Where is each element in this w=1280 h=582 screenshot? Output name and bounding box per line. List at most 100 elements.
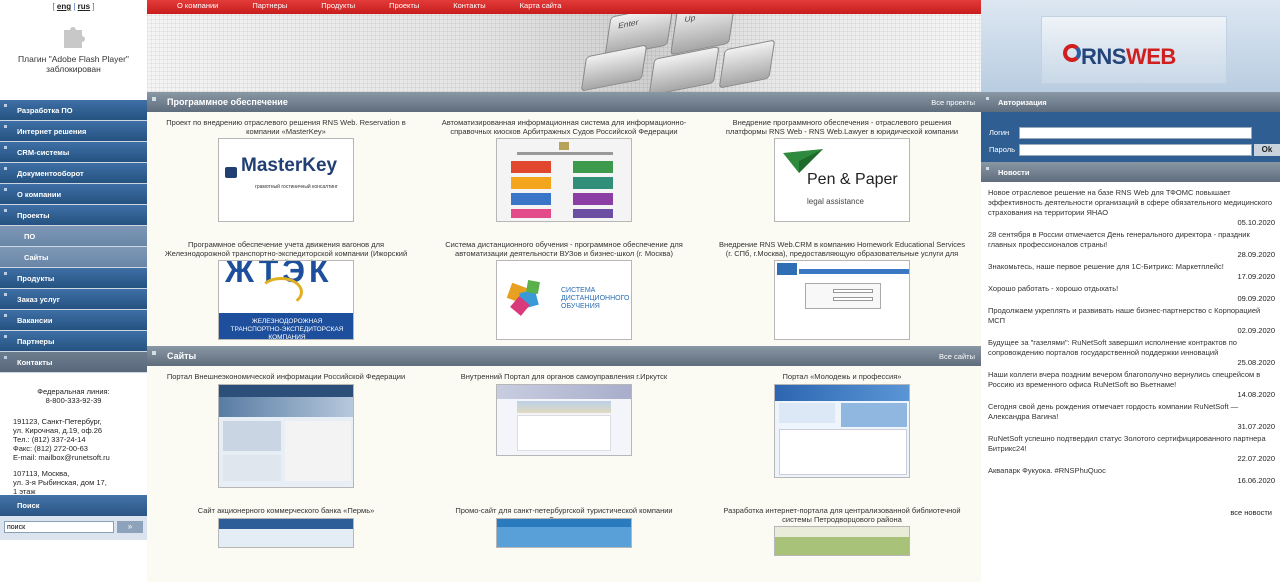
top-nav-item[interactable]: Карта сайта [520, 0, 562, 14]
lang-rus-link[interactable]: rus [78, 2, 90, 11]
sidebar-item[interactable]: Контакты [0, 352, 147, 373]
flash-message-line1: Плагин "Adobe Flash Player" [18, 54, 129, 64]
site-caption[interactable]: Сайт акционерного коммерческого банка «П… [147, 506, 425, 518]
project-card[interactable]: Система дистанционного обучения - програ… [425, 234, 703, 346]
news-item: Знакомьтесь, наше первое решение для 1С-… [988, 262, 1275, 282]
news-item-link[interactable]: Хорошо работать - хорошо отдыхать! [988, 284, 1275, 294]
sidebar-item[interactable]: ПО [0, 226, 147, 247]
contacts-block: Федеральная линия: 8-800-333-92-39 19112… [0, 373, 147, 496]
project-card[interactable]: Программное обеспечение учета движения в… [147, 234, 425, 346]
site-screenshot-thumbnail[interactable] [774, 526, 910, 556]
site-caption[interactable]: Портал Внешнеэкономической информации Ро… [147, 372, 425, 384]
project-card[interactable]: Проект по внедрению отраслевого решения … [147, 112, 425, 234]
password-input[interactable] [1019, 143, 1252, 156]
login-submit-button[interactable]: Ok [1254, 143, 1280, 156]
auth-heading: Авторизация [981, 92, 1280, 112]
site-card[interactable]: Промо-сайт для санкт-петербургской турис… [425, 500, 703, 560]
site-screenshot-thumbnail[interactable] [218, 384, 354, 488]
site-screenshot-thumbnail[interactable] [774, 384, 910, 478]
project-caption[interactable]: Внедрение программного обеспечения - отр… [703, 118, 981, 138]
puzzle-icon [63, 27, 85, 48]
kiosk-screenshot-thumbnail[interactable] [496, 138, 632, 222]
site-card[interactable]: Разработка интернет-портала для централи… [703, 500, 981, 560]
project-caption[interactable]: Система дистанционного обучения - програ… [425, 240, 703, 260]
news-item-date: 02.09.2020 [1237, 326, 1275, 335]
auth-form: Логин Пароль Ok [981, 112, 1280, 162]
right-column: RNSWEB Авторизация Логин Пароль Ok Новос… [981, 0, 1280, 582]
project-card[interactable]: Внедрение программного обеспечения - отр… [703, 112, 981, 234]
project-caption[interactable]: Программное обеспечение учета движения в… [147, 240, 425, 260]
sidebar-item[interactable]: Проекты [0, 205, 147, 226]
site-caption[interactable]: Промо-сайт для санкт-петербургской турис… [425, 506, 703, 518]
sidebar-item[interactable]: Продукты [0, 268, 147, 289]
news-item-link[interactable]: Наши коллеги вчера поздним вечером благо… [988, 370, 1275, 390]
sidebar-item[interactable]: Документооборот [0, 163, 147, 184]
top-navigation: О компании Партнеры Продукты Проекты Контакт… [147, 0, 981, 14]
news-item-link[interactable]: RuNetSoft успешно подтвердил статус Золо… [988, 434, 1275, 454]
news-item-link[interactable]: Новое отраслевое решение на базе RNS Web… [988, 188, 1275, 218]
news-item: Аквапарк Фукуока. #RNSPhuQuoc 16.06.2020 [988, 466, 1275, 486]
search-heading: Поиск [0, 495, 147, 516]
top-nav-item[interactable]: Продукты [321, 0, 355, 14]
news-item-link[interactable]: 28 сентября в России отмечается День ген… [988, 230, 1275, 250]
search-form: » [0, 516, 147, 540]
hotline-number: 8-800-333-92-39 [45, 396, 102, 405]
project-caption[interactable]: Автоматизированная информационная систем… [425, 118, 703, 138]
site-caption[interactable]: Портал «Молодежь и профессия» [703, 372, 981, 384]
sidebar-item[interactable]: Партнеры [0, 331, 147, 352]
rnsweb-logo-panel[interactable]: RNSWEB [981, 0, 1280, 92]
sidebar-item[interactable]: Вакансии [0, 310, 147, 331]
search-input[interactable] [4, 521, 114, 533]
news-item: Продолжаем укреплять и развивать наше би… [988, 306, 1275, 336]
crm-screenshot-thumbnail[interactable] [774, 260, 910, 340]
site-card[interactable]: Портал «Молодежь и профессия» [703, 366, 981, 500]
top-nav-item[interactable]: О компании [177, 0, 218, 14]
news-item-link[interactable]: Аквапарк Фукуока. #RNSPhuQuoc [988, 466, 1275, 476]
header-banner: Enter Up [147, 14, 981, 92]
site-screenshot-thumbnail[interactable] [496, 384, 632, 456]
sidebar-item[interactable]: Заказ услуг [0, 289, 147, 310]
project-caption[interactable]: Внедрение RNS Web.CRM в компанию Homewor… [703, 240, 981, 260]
project-card[interactable]: Внедрение RNS Web.CRM в компанию Homewor… [703, 234, 981, 346]
news-item-link[interactable]: Знакомьтесь, наше первое решение для 1С-… [988, 262, 1275, 272]
news-item-link[interactable]: Сегодня свой день рождения отмечает горд… [988, 402, 1275, 422]
sidebar-item[interactable]: Интернет решения [0, 121, 147, 142]
search-submit-button[interactable]: » [117, 521, 143, 533]
spb-address-line1: 191123, Санкт-Петербург, [13, 417, 102, 426]
lang-eng-link[interactable]: eng [57, 2, 71, 11]
penpaper-logo-thumbnail[interactable]: Pen & Paper legal assistance [774, 138, 910, 222]
sidebar-menu: Разработка ПО Интернет решения CRM-системы… [0, 100, 147, 373]
project-caption[interactable]: Проект по внедрению отраслевого решения … [147, 118, 425, 138]
news-list: Новое отраслевое решение на базе RNS Web… [981, 182, 1280, 486]
news-item-link[interactable]: Продолжаем укреплять и развивать наше би… [988, 306, 1275, 326]
top-nav-item[interactable]: Проекты [389, 0, 419, 14]
project-card[interactable]: Автоматизированная информационная систем… [425, 112, 703, 234]
email-link[interactable]: E-mail: mailbox@runetsoft.ru [13, 453, 110, 462]
keyboard-key-image [648, 45, 720, 92]
site-caption[interactable]: Внутренний Портал для органов самоуправл… [425, 372, 703, 384]
sidebar-item[interactable]: О компании [0, 184, 147, 205]
masterkey-logo-thumbnail[interactable]: MasterKey грамотный гостиничный консалти… [218, 138, 354, 222]
all-sites-link[interactable]: Все сайты [939, 352, 975, 361]
news-item: Будущее за "газелями": RuNetSoft заверши… [988, 338, 1275, 368]
news-item-link[interactable]: Будущее за "газелями": RuNetSoft заверши… [988, 338, 1275, 358]
site-screenshot-thumbnail[interactable] [496, 518, 632, 548]
zhtek-logo-thumbnail[interactable]: ЖТЭК ЖЕЛЕЗНОДОРОЖНАЯ ТРАНСПОРТНО-ЭКСПЕДИ… [218, 260, 354, 340]
all-news-link[interactable]: все новости [981, 508, 1280, 517]
site-card[interactable]: Портал Внешнеэкономической информации Ро… [147, 366, 425, 500]
rnsweb-logo-text: RNSWEB [1081, 44, 1176, 69]
login-input[interactable] [1019, 126, 1252, 139]
sidebar-item[interactable]: Разработка ПО [0, 100, 147, 121]
top-nav-item[interactable]: Партнеры [252, 0, 287, 14]
sidebar-item[interactable]: CRM-системы [0, 142, 147, 163]
site-card[interactable]: Сайт акционерного коммерческого банка «П… [147, 500, 425, 560]
login-label: Логин [989, 128, 1010, 137]
sidebar-item[interactable]: Сайты [0, 247, 147, 268]
site-caption[interactable]: Разработка интернет-портала для централи… [703, 506, 981, 526]
news-item-date: 22.07.2020 [1237, 454, 1275, 463]
site-screenshot-thumbnail[interactable] [218, 518, 354, 548]
site-card[interactable]: Внутренний Портал для органов самоуправл… [425, 366, 703, 500]
all-projects-link[interactable]: Все проекты [931, 98, 975, 107]
top-nav-item[interactable]: Контакты [453, 0, 485, 14]
distance-learning-logo-thumbnail[interactable]: СИСТЕМА ДИСТАНЦИОННОГО ОБУЧЕНИЯ [496, 260, 632, 340]
